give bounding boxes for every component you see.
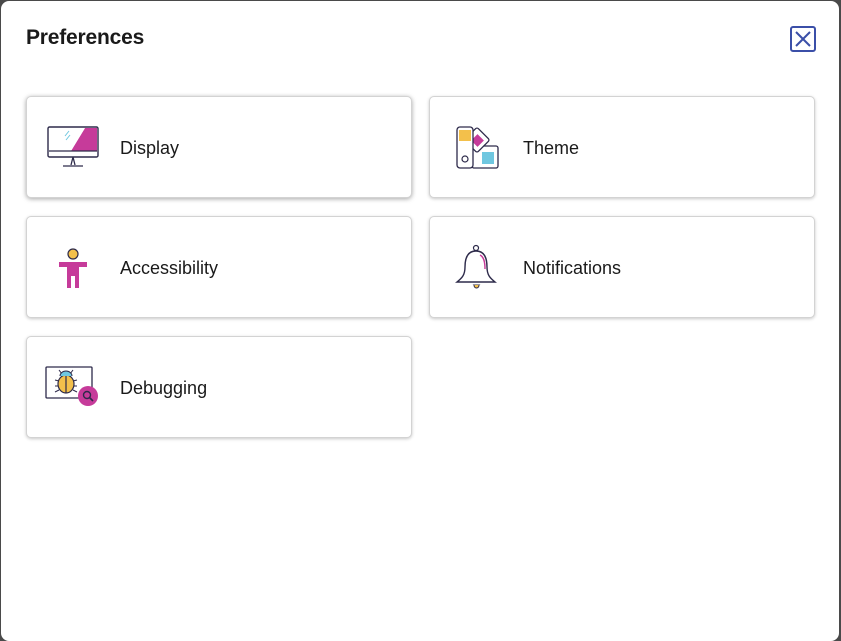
notifications-label: Notifications bbox=[523, 258, 622, 278]
debugging-card[interactable]: Debugging bbox=[26, 336, 412, 438]
accessibility-person-icon bbox=[59, 248, 87, 288]
close-button[interactable] bbox=[790, 26, 816, 52]
theme-label: Theme bbox=[523, 138, 580, 158]
accessibility-card[interactable]: Accessibility bbox=[26, 216, 412, 318]
color-swatch-icon bbox=[456, 126, 499, 169]
theme-card[interactable]: Theme bbox=[429, 96, 815, 198]
preferences-dialog: Preferences Display Theme Accessibility … bbox=[1, 1, 839, 641]
close-icon bbox=[795, 31, 811, 47]
dialog-title: Preferences bbox=[26, 26, 145, 49]
notifications-card[interactable]: Notifications bbox=[429, 216, 815, 318]
debugging-label: Debugging bbox=[120, 378, 208, 398]
display-label: Display bbox=[120, 138, 180, 158]
bug-search-icon bbox=[45, 366, 98, 406]
display-card[interactable]: Display bbox=[26, 96, 412, 198]
accessibility-label: Accessibility bbox=[120, 258, 219, 278]
monitor-icon bbox=[47, 126, 99, 167]
bell-icon bbox=[455, 244, 497, 289]
